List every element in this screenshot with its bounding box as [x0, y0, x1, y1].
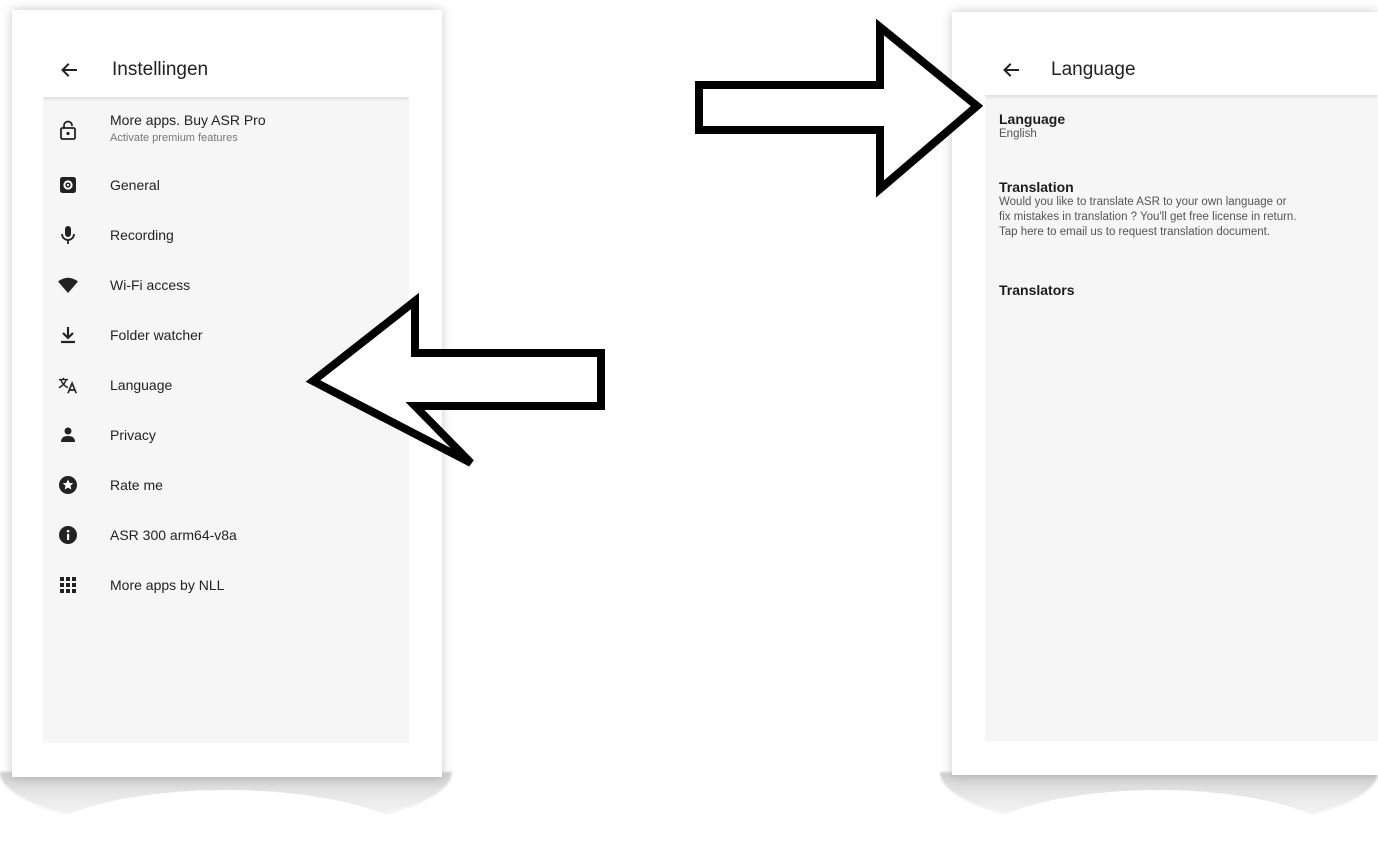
download-icon [58, 325, 78, 345]
preference-summary-line: Would you like to translate ASR to your … [999, 196, 1287, 208]
settings-item-general[interactable]: General [43, 160, 409, 210]
language-preference[interactable]: Language English [999, 111, 1364, 142]
language-screenshot-card: Language Language English Translation Wo… [952, 12, 1378, 775]
settings-item-label: General [110, 177, 160, 193]
star-circle-icon [58, 475, 78, 495]
settings-square-icon [58, 175, 78, 195]
settings-item-label: Recording [110, 227, 174, 243]
settings-item-recording[interactable]: Recording [43, 210, 409, 260]
back-arrow-icon[interactable] [59, 60, 79, 80]
page-title: Instellingen [112, 58, 209, 80]
page-title: Language [1051, 59, 1136, 80]
apps-grid-icon [58, 575, 78, 595]
preference-title: Translators [999, 282, 1075, 298]
wifi-icon [58, 275, 78, 295]
left-pointing-arrow [305, 292, 605, 467]
preference-summary-line: fix mistakes in translation ? You'll get… [999, 211, 1297, 223]
preference-summary: English [999, 128, 1037, 140]
settings-item-label: More apps. Buy ASR Pro [110, 112, 266, 128]
settings-item-version-info[interactable]: ASR 300 arm64-v8a [43, 510, 409, 560]
settings-item-sublabel: Activate premium features [110, 132, 238, 144]
language-screen: Language Language English Translation Wo… [985, 45, 1378, 741]
back-arrow-icon[interactable] [1001, 60, 1021, 80]
language-app-bar: Language [985, 45, 1378, 95]
settings-item-label: Rate me [110, 477, 163, 493]
settings-item-buy-pro[interactable]: More apps. Buy ASR Pro Activate premium … [43, 105, 409, 155]
settings-item-label: Folder watcher [110, 327, 203, 343]
preference-title: Translation [999, 179, 1074, 195]
info-icon [58, 525, 78, 545]
translation-preference[interactable]: Translation Would you like to translate … [999, 179, 1364, 240]
lock-icon [58, 120, 78, 140]
microphone-icon [58, 225, 78, 245]
settings-item-label: Wi-Fi access [110, 277, 191, 293]
settings-item-label: More apps by NLL [110, 577, 225, 593]
settings-item-label: ASR 300 arm64-v8a [110, 527, 237, 543]
translate-icon [58, 375, 78, 395]
preference-title: Language [999, 111, 1066, 127]
settings-item-label: Language [110, 377, 173, 393]
right-pointing-arrow [695, 18, 984, 198]
translators-preference[interactable]: Translators [999, 282, 1364, 298]
settings-app-bar: Instellingen [43, 42, 409, 97]
person-icon [58, 425, 78, 445]
settings-item-more-apps[interactable]: More apps by NLL [43, 560, 409, 610]
preference-summary-line: Tap here to email us to request translat… [999, 226, 1271, 238]
settings-item-label: Privacy [110, 427, 156, 443]
